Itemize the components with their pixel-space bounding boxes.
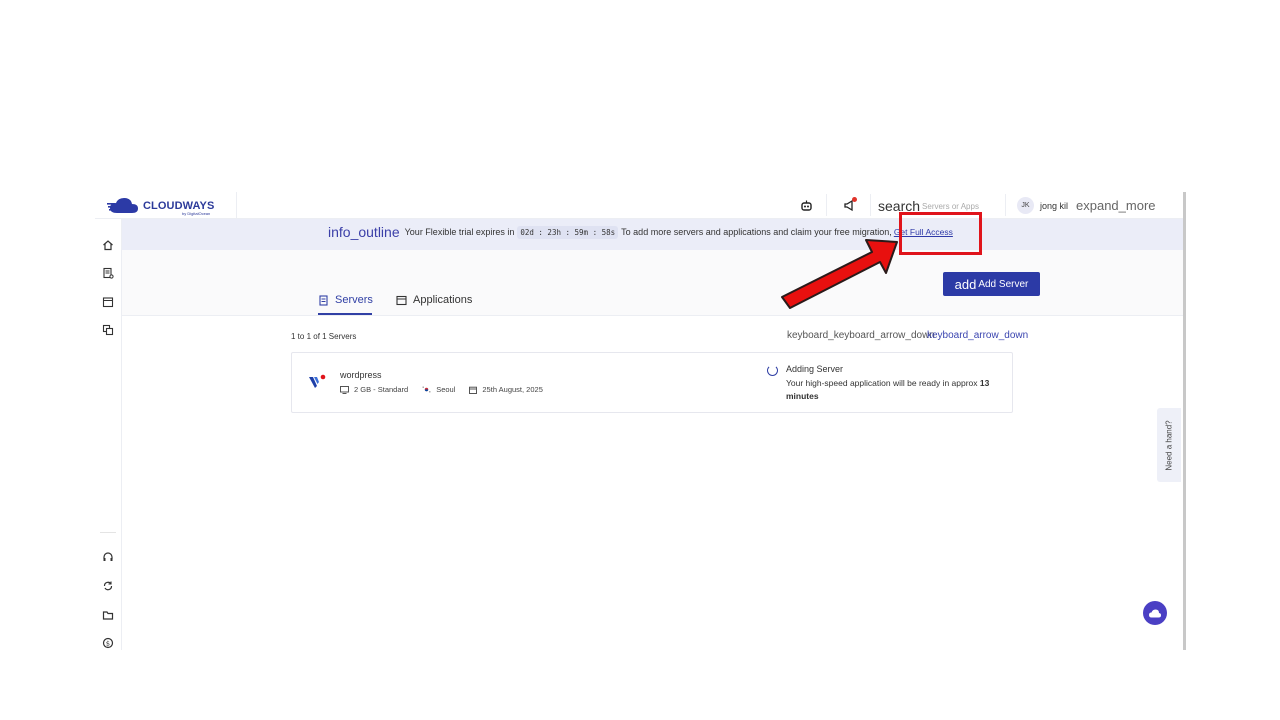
server-count: 1 to 1 of 1 Servers <box>291 332 357 341</box>
megaphone-icon[interactable] <box>841 197 857 213</box>
chat-widget-icon[interactable] <box>1143 601 1167 625</box>
servers-icon[interactable] <box>100 265 116 281</box>
tab-applications-label: Applications <box>413 294 473 306</box>
left-sidebar: $ <box>95 219 122 650</box>
content-header: Servers Applications add Add Server <box>122 250 1183 316</box>
server-name[interactable]: wordpress <box>340 370 382 380</box>
loading-spinner-icon <box>767 365 778 376</box>
info-icon: info_outline <box>328 224 400 240</box>
folder-icon[interactable] <box>100 607 116 623</box>
server-status: Adding Server <box>786 364 844 374</box>
top-separator <box>1005 194 1006 216</box>
korea-flag-icon <box>422 386 432 393</box>
filter-dropdown[interactable]: keyboard_arrow_down <box>927 330 1028 341</box>
scrollbar[interactable] <box>1183 192 1186 650</box>
add-icon: add <box>954 276 977 292</box>
top-bar: CLOUDWAYS by DigitalOcean search Servers… <box>95 192 1183 219</box>
sort-dropdown[interactable]: keyboard_keyboard_arrow_down <box>787 330 935 341</box>
user-menu[interactable]: JK jong kil expand_more <box>1017 197 1156 214</box>
server-location: Seoul <box>422 385 455 394</box>
status-desc-text: Your high-speed application will be read… <box>786 378 978 388</box>
top-separator <box>870 194 871 216</box>
sidebar-divider <box>100 532 116 533</box>
server-location-label: Seoul <box>436 385 456 394</box>
svg-text:$: $ <box>106 640 110 648</box>
active-tab-indicator <box>318 313 372 315</box>
brand-name: CLOUDWAYS <box>143 200 215 212</box>
server-meta: 2 GB - Standard Seoul 25th August, 2025 <box>340 385 557 394</box>
tab-servers-label: Servers <box>335 294 373 306</box>
cloudways-logo[interactable]: CLOUDWAYS by DigitalOcean <box>107 195 214 217</box>
server-date-label: 25th August, 2025 <box>482 385 543 394</box>
need-a-hand-tab[interactable]: Need a hand? <box>1157 408 1181 482</box>
add-server-button[interactable]: add Add Server <box>943 272 1040 296</box>
logo-divider <box>236 192 237 219</box>
server-status-desc: Your high-speed application will be read… <box>786 377 996 403</box>
tab-servers[interactable]: Servers <box>318 294 373 306</box>
refresh-icon[interactable] <box>100 578 116 594</box>
servers-tab-icon <box>319 294 328 306</box>
trial-text: Your Flexible trial expires in <box>404 227 515 237</box>
bot-icon[interactable] <box>798 197 814 213</box>
cloud-logo-icon <box>107 198 138 213</box>
search-placeholder: Servers or Apps <box>922 201 979 211</box>
monitor-icon <box>340 385 349 394</box>
home-icon[interactable] <box>100 237 116 253</box>
calendar-icon <box>469 386 478 394</box>
user-name: jong kil <box>1040 200 1069 211</box>
notification-dot <box>852 197 857 202</box>
chevron-down-icon[interactable]: expand_more <box>1076 198 1156 213</box>
migration-icon[interactable] <box>100 322 116 338</box>
brand-sub: by DigitalOcean <box>182 211 211 216</box>
tab-applications[interactable]: Applications <box>396 294 472 306</box>
vultr-provider-icon <box>306 371 328 393</box>
cloudways-app: CLOUDWAYS by DigitalOcean search Servers… <box>95 192 1186 650</box>
trial-timer: 02d : 23h : 59m : 58s <box>517 225 619 239</box>
applications-tab-icon <box>396 295 407 305</box>
need-a-hand-label: Need a hand? <box>1164 419 1174 471</box>
annotation-highlight-box <box>899 212 982 255</box>
trial-banner: info_outline Your Flexible trial expires… <box>122 219 1183 250</box>
top-separator <box>826 194 827 216</box>
support-icon[interactable] <box>100 549 116 565</box>
billing-icon[interactable]: $ <box>100 635 116 650</box>
add-server-label: Add Server <box>978 278 1029 290</box>
applications-icon[interactable] <box>100 294 116 310</box>
avatar: JK <box>1017 197 1034 214</box>
server-size: 2 GB - Standard <box>340 385 408 394</box>
annotation-arrow-icon <box>781 239 898 309</box>
server-card[interactable]: wordpress 2 GB - Standard Seoul 25th Aug… <box>291 352 1013 413</box>
server-size-label: 2 GB - Standard <box>354 385 409 394</box>
server-date: 25th August, 2025 <box>469 385 543 394</box>
